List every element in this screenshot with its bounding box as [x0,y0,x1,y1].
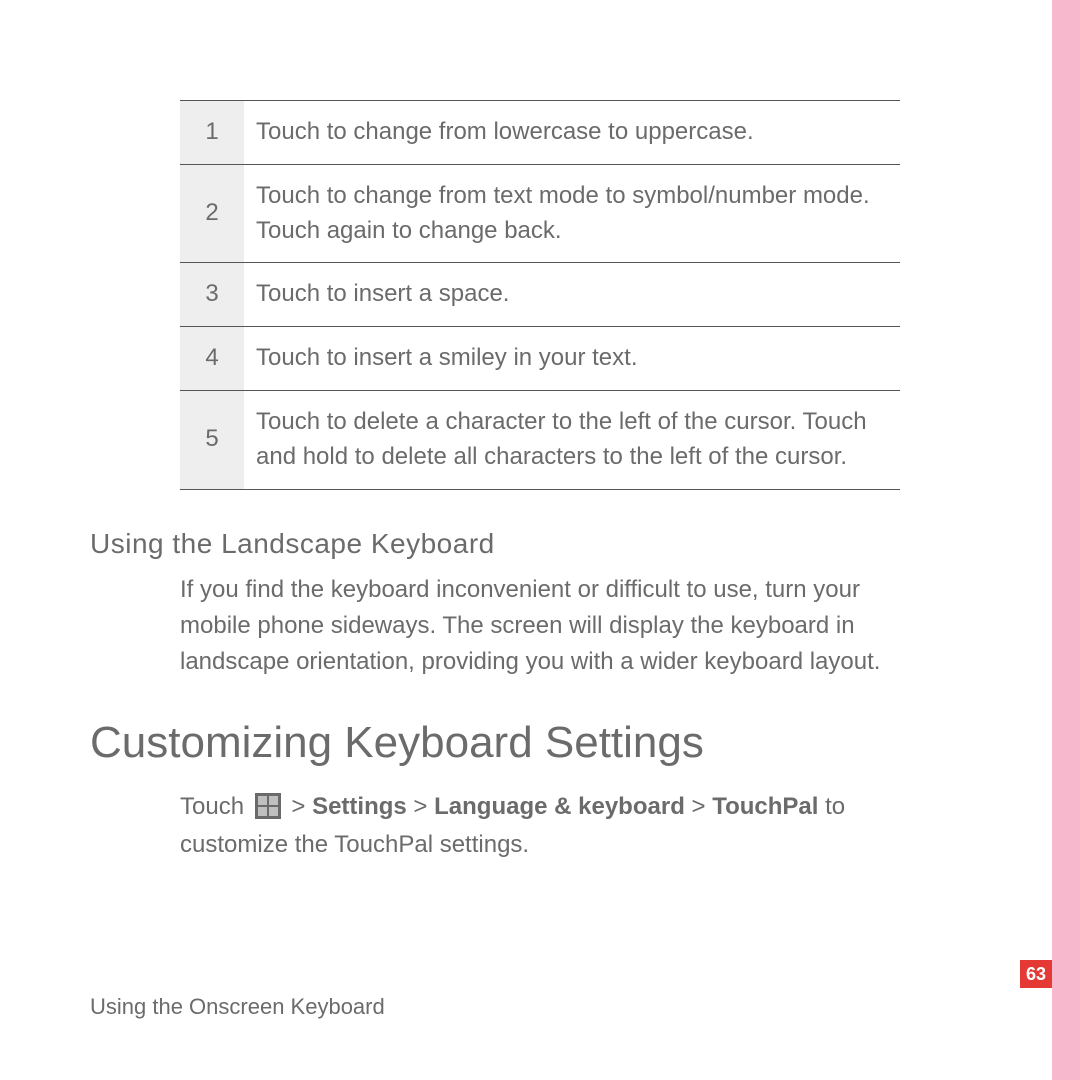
table-row: 2 Touch to change from text mode to symb… [180,164,900,263]
path-step: Language & keyboard [434,793,685,820]
landscape-paragraph: If you find the keyboard inconvenient or… [180,572,920,680]
navigation-path-line: Touch > Settings > Language & keyboard >… [180,788,920,865]
row-desc: Touch to insert a space. [244,263,900,327]
row-number: 3 [180,263,244,327]
page-content: 1 Touch to change from lowercase to uppe… [90,0,980,864]
row-number: 1 [180,101,244,165]
section-heading-customizing: Customizing Keyboard Settings [90,718,980,768]
table-row: 4 Touch to insert a smiley in your text. [180,327,900,391]
row-desc: Touch to delete a character to the left … [244,390,900,489]
row-desc: Touch to change from lowercase to upperc… [244,101,900,165]
row-number: 2 [180,164,244,263]
touch-prefix: Touch [180,793,251,820]
row-desc: Touch to change from text mode to symbol… [244,164,900,263]
path-sep: > [407,793,434,820]
row-number: 4 [180,327,244,391]
table-row: 3 Touch to insert a space. [180,263,900,327]
row-number: 5 [180,390,244,489]
table-row: 5 Touch to delete a character to the lef… [180,390,900,489]
page-number-badge: 63 [1020,960,1052,988]
path-step: Settings [312,793,407,820]
table-row: 1 Touch to change from lowercase to uppe… [180,101,900,165]
footer-text: Using the Onscreen Keyboard [90,994,385,1020]
side-accent-bar [1052,0,1080,1080]
keyboard-key-table: 1 Touch to change from lowercase to uppe… [180,100,900,490]
subheading-landscape: Using the Landscape Keyboard [90,528,980,560]
apps-grid-icon [255,793,281,819]
row-desc: Touch to insert a smiley in your text. [244,327,900,391]
path-step: TouchPal [712,793,818,820]
path-sep: > [685,793,712,820]
path-sep: > [285,793,312,820]
